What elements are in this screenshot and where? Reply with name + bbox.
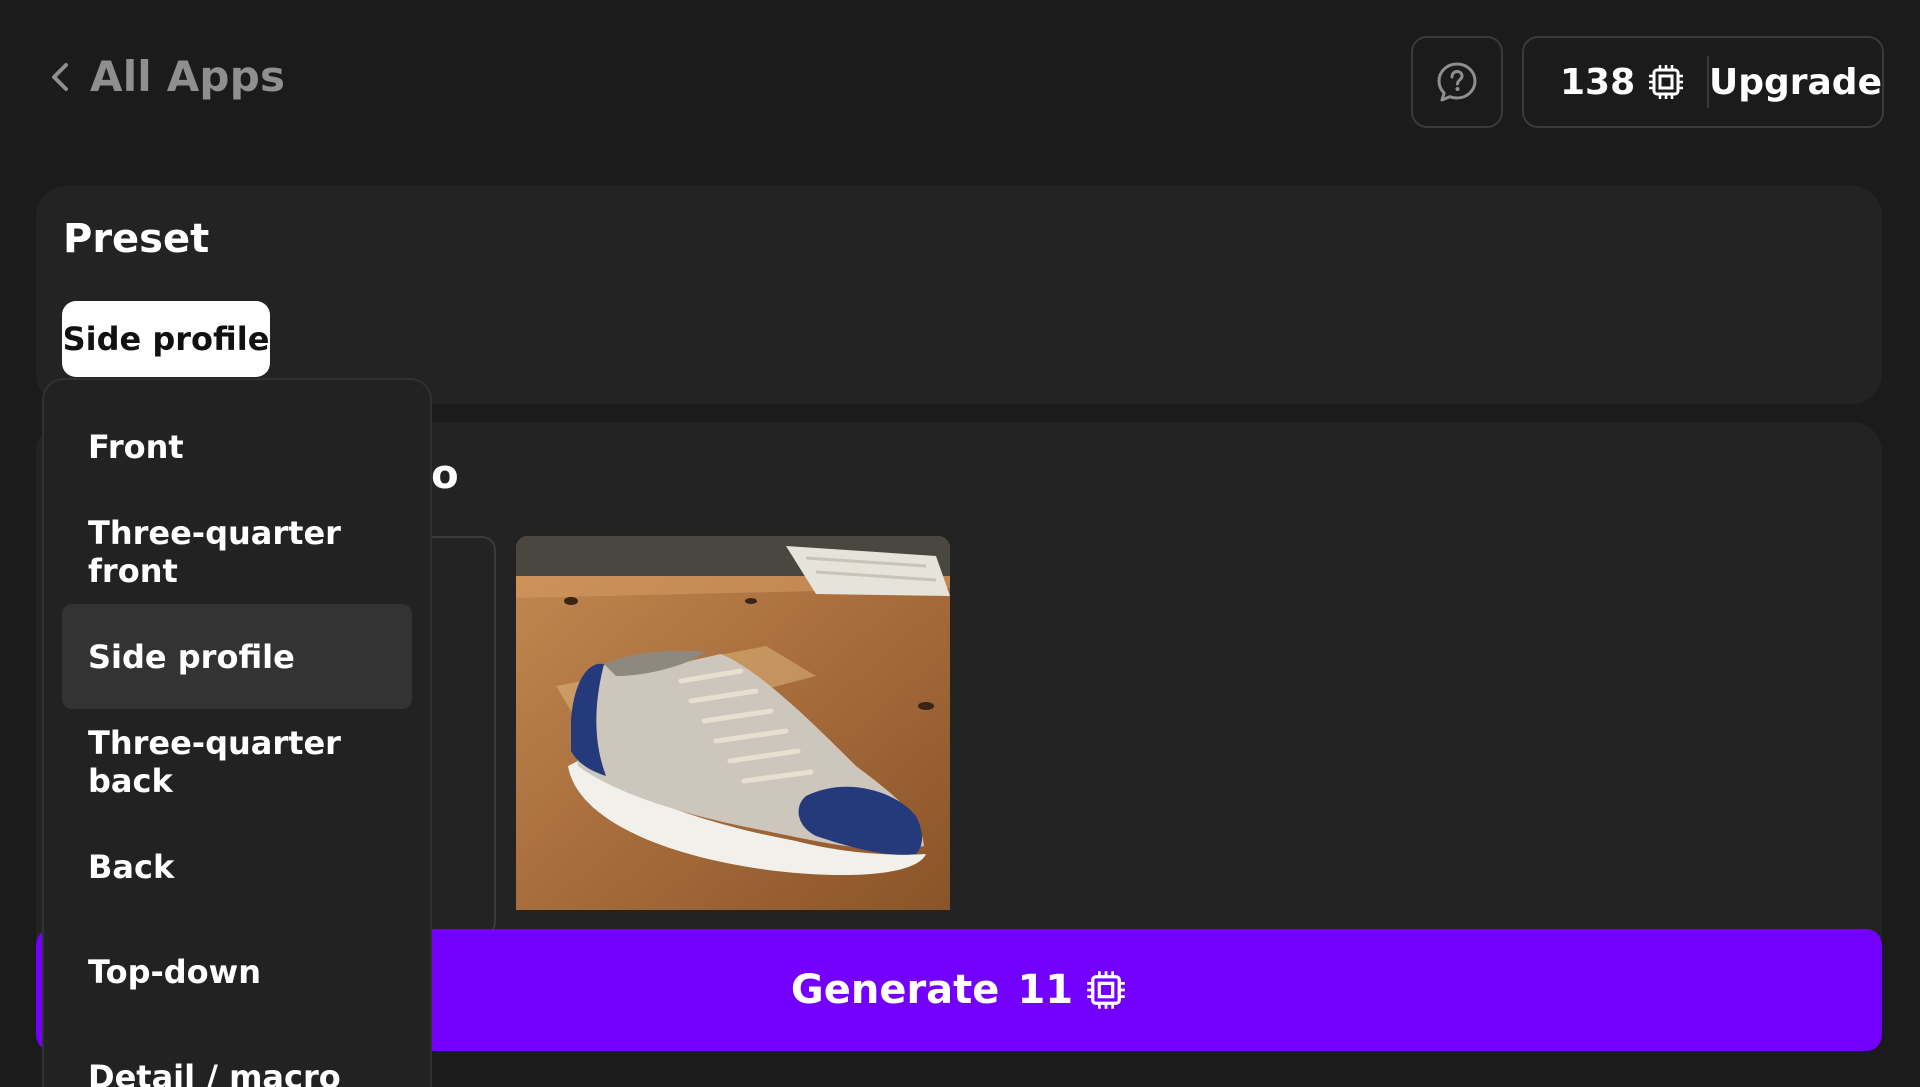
generate-cost-value: 11 <box>1017 967 1074 1013</box>
credits-balance: 138 <box>1524 62 1689 103</box>
preset-select[interactable]: Side profile <box>62 301 270 377</box>
back-label: All Apps <box>90 52 286 101</box>
help-chat-icon <box>1437 62 1477 102</box>
upgrade-button[interactable]: Upgrade <box>1709 62 1882 103</box>
help-button[interactable] <box>1411 36 1503 128</box>
preset-dropdown-menu: Front Three-quarter front Side profile T… <box>42 378 432 1087</box>
preset-title: Preset <box>63 216 210 262</box>
uploaded-shoe-photo[interactable] <box>516 536 950 910</box>
back-to-all-apps[interactable]: All Apps <box>48 52 285 101</box>
shoe-photo-image <box>516 536 950 910</box>
chevron-left-icon <box>52 62 68 91</box>
preset-panel: Preset Side profile <box>36 186 1882 404</box>
preset-option-front[interactable]: Front <box>62 394 412 499</box>
preset-option-three-quarter-front[interactable]: Three-quarter front <box>62 499 412 604</box>
preset-option-detail-macro[interactable]: Detail / macro <box>62 1024 412 1087</box>
credits-value: 138 <box>1560 61 1636 103</box>
app-page: All Apps 138 Upgrade Preset Side profile… <box>0 0 1920 1087</box>
preset-option-three-quarter-back[interactable]: Three-quarter back <box>62 709 412 814</box>
chip-credit-icon <box>1087 971 1125 1009</box>
generate-cost: 11 <box>1017 967 1127 1013</box>
credits-and-upgrade: 138 Upgrade <box>1522 36 1884 128</box>
preset-option-side-profile[interactable]: Side profile <box>62 604 412 709</box>
preset-option-top-down[interactable]: Top-down <box>62 919 412 1024</box>
chip-credit-icon <box>1649 65 1684 99</box>
preset-option-back[interactable]: Back <box>62 814 412 919</box>
generate-label: Generate <box>790 967 1000 1013</box>
